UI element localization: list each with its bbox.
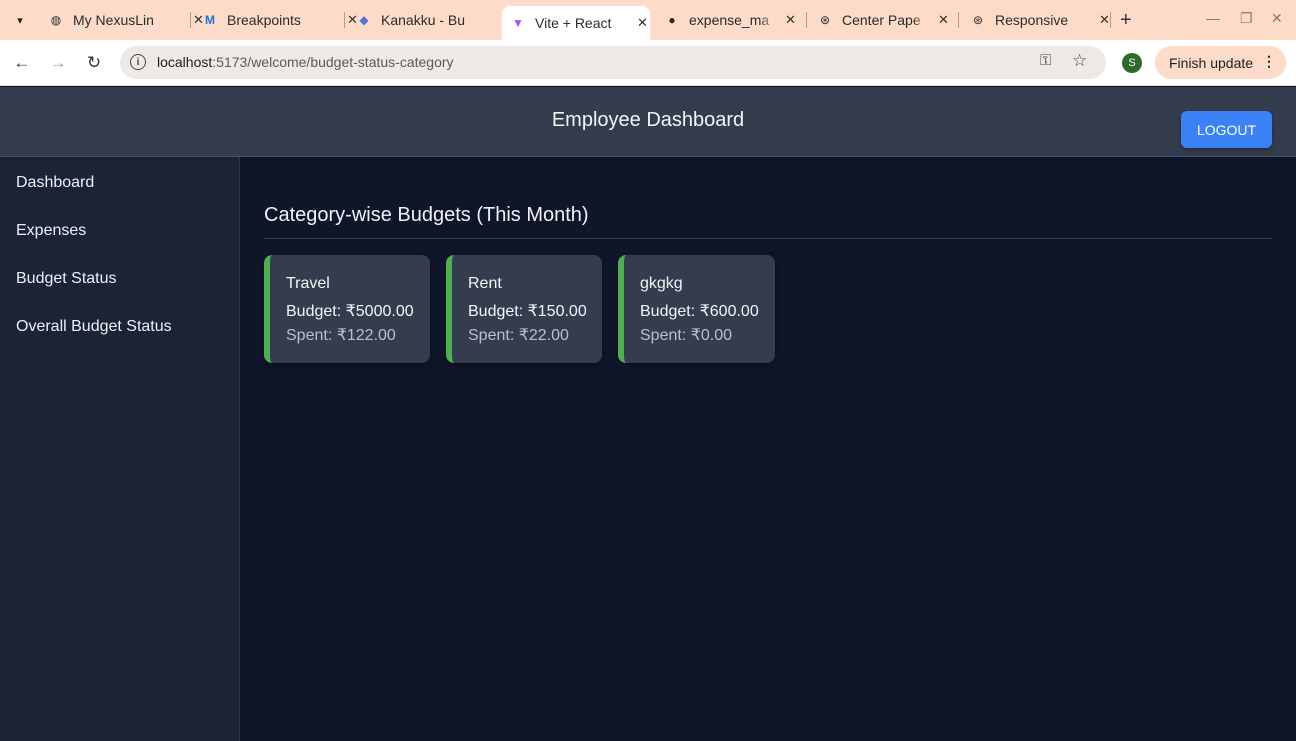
browser-tab-bar: ▾ ◍ My NexusLin ✕ M Breakpoints ✕ ◆ Kana…: [0, 0, 1296, 40]
kanakku-icon: ◆: [359, 13, 369, 27]
bookmark-star-icon[interactable]: ☆: [1072, 51, 1087, 71]
restore-icon[interactable]: ❐: [1240, 10, 1253, 27]
card-budget: Budget: ₹5000.00: [286, 303, 414, 320]
close-icon[interactable]: ✕: [637, 15, 648, 31]
browser-tab[interactable]: ◍ My NexusLin ✕: [48, 6, 204, 34]
password-key-icon[interactable]: ⚿: [1040, 52, 1051, 69]
reload-icon[interactable]: ↻: [82, 51, 106, 75]
page-title: Employee Dashboard: [551, 109, 745, 131]
sidebar-item-dashboard[interactable]: Dashboard: [16, 174, 94, 192]
sidebar: Dashboard Expenses Budget Status Overall…: [0, 157, 240, 741]
browser-tab[interactable]: M Breakpoints ✕: [202, 6, 358, 34]
back-icon[interactable]: ←: [10, 51, 34, 75]
browser-tab-active[interactable]: ▼ Vite + React ✕: [502, 6, 650, 40]
budget-card: gkgkg Budget: ₹600.00 Spent: ₹0.00: [618, 255, 775, 363]
card-budget: Budget: ₹150.00: [468, 303, 587, 320]
browser-tab[interactable]: ● expense_ma ✕: [664, 6, 796, 34]
sidebar-item-budget-status[interactable]: Budget Status: [16, 270, 117, 288]
browser-tab[interactable]: ⊛ Responsive ✕: [970, 6, 1110, 34]
card-spent: Spent: ₹22.00: [468, 327, 569, 344]
url-text[interactable]: localhost:5173/welcome/budget-status-cat…: [157, 54, 454, 70]
openai-icon: ⊛: [972, 13, 984, 27]
openai-icon: ⊛: [819, 13, 831, 27]
finish-update-button[interactable]: Finish update ⋮: [1155, 46, 1286, 79]
browser-toolbar: ← → ↻ i localhost:5173/welcome/budget-st…: [0, 40, 1296, 86]
close-icon[interactable]: ✕: [938, 12, 949, 28]
sidebar-item-overall-budget-status[interactable]: Overall Budget Status: [16, 318, 172, 336]
card-category: gkgkg: [640, 275, 683, 292]
minimize-icon[interactable]: —: [1206, 10, 1220, 26]
tab-search-icon[interactable]: ▾: [8, 8, 32, 32]
section-title: Category-wise Budgets (This Month): [264, 204, 589, 226]
close-icon[interactable]: ✕: [1099, 12, 1110, 28]
profile-avatar[interactable]: S: [1122, 53, 1142, 73]
mui-icon: M: [205, 13, 215, 27]
budget-card: Travel Budget: ₹5000.00 Spent: ₹122.00: [264, 255, 430, 363]
browser-tab[interactable]: ⊛ Center Pape ✕: [817, 6, 949, 34]
window-close-icon[interactable]: ✕: [1271, 10, 1283, 27]
vite-icon: ▼: [512, 16, 524, 30]
sidebar-item-expenses[interactable]: Expenses: [16, 222, 86, 240]
forward-icon[interactable]: →: [46, 51, 70, 75]
close-icon[interactable]: ✕: [785, 12, 796, 28]
card-spent: Spent: ₹0.00: [640, 327, 733, 344]
budget-card: Rent Budget: ₹150.00 Spent: ₹22.00: [446, 255, 602, 363]
more-menu-icon[interactable]: ⋮: [1262, 53, 1276, 70]
app-header: Employee Dashboard LOGOUT: [0, 87, 1296, 157]
github-icon: ●: [668, 13, 676, 27]
card-spent: Spent: ₹122.00: [286, 327, 396, 344]
card-category: Rent: [468, 275, 502, 292]
logout-button[interactable]: LOGOUT: [1181, 111, 1272, 148]
new-tab-icon[interactable]: +: [1120, 9, 1132, 32]
divider: [264, 238, 1272, 239]
card-category: Travel: [286, 275, 330, 292]
browser-tab[interactable]: ◆ Kanakku - Bu ✕: [356, 6, 512, 34]
site-info-icon[interactable]: i: [130, 54, 146, 70]
card-budget: Budget: ₹600.00: [640, 303, 759, 320]
address-bar[interactable]: i localhost:5173/welcome/budget-status-c…: [120, 46, 1106, 79]
globe-icon: ◍: [50, 13, 62, 27]
